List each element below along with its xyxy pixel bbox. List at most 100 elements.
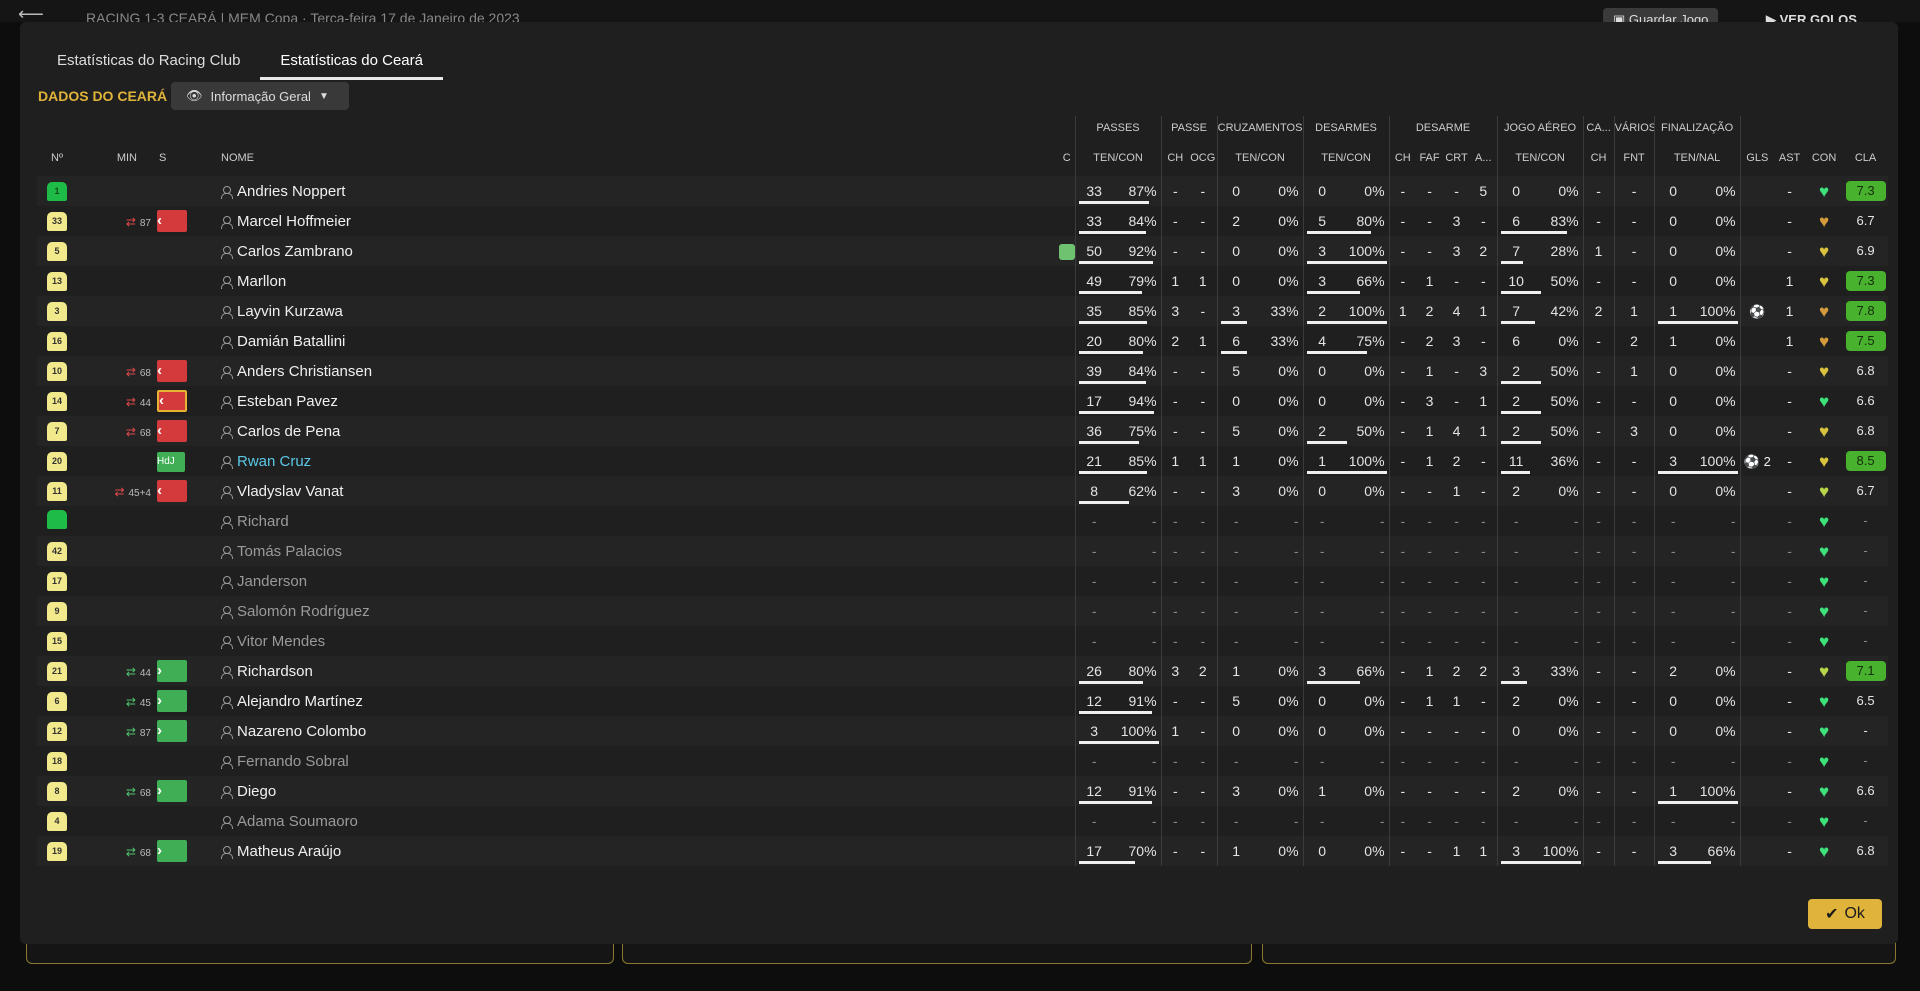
player-name[interactable]: Janderson [237, 573, 307, 590]
table-row[interactable]: 9 Salomón Rodríguez - - - - - - - - - - - - - - - - - - - ♥ - [37, 596, 1889, 626]
col-shots[interactable]: TEN/NAL [1653, 140, 1741, 176]
player-name-cell[interactable]: Adama Soumaoro [217, 806, 1059, 836]
player-name-cell[interactable]: Vitor Mendes [217, 626, 1059, 656]
player-name-cell[interactable]: Tomás Palacios [217, 536, 1059, 566]
table-row[interactable]: 17 Janderson - - - - - - - - - - - - - - - - - - - ♥ - [37, 566, 1889, 596]
player-name[interactable]: Damián Batallini [237, 333, 345, 350]
col-min[interactable]: MIN [77, 140, 157, 176]
col-des-a[interactable]: A... [1470, 140, 1497, 176]
player-name-cell[interactable]: Diego [217, 776, 1059, 806]
player-name[interactable]: Marllon [237, 273, 286, 290]
table-row[interactable]: 5 Carlos Zambrano 50 92% - -0 0% 3 100% - -3 2 7 28%… [37, 236, 1889, 266]
aerial-bar [1500, 381, 1541, 384]
player-name-cell[interactable]: Richard [217, 506, 1059, 536]
col-passes[interactable]: TEN/CON [1074, 140, 1162, 176]
col-des-ch[interactable]: CH [1388, 140, 1417, 176]
player-name-cell[interactable]: Anders Christiansen [217, 356, 1059, 386]
table-row[interactable]: 14 ⇄ 44 ‹ Esteban Pavez 17 94% - -0 0% 0 0% -3-1 2 50… [37, 386, 1889, 416]
tab-racing-stats[interactable]: Estatísticas do Racing Club [37, 48, 260, 80]
player-name-cell[interactable]: Nazareno Colombo [217, 716, 1059, 746]
table-row[interactable]: 3 Layvin Kurzawa 35 85% 3-3 33% 2 100% 1 2 4 1 7 42%… [37, 296, 1889, 326]
table-row[interactable]: 16 Damián Batallini 20 80% 2 1 6 33% 4 75% -2 3-6 0… [37, 326, 1889, 356]
player-name[interactable]: Adama Soumaoro [237, 813, 358, 830]
player-name[interactable]: Carlos Zambrano [237, 243, 353, 260]
col-var-fnt[interactable]: FNT [1613, 140, 1655, 176]
player-name[interactable]: Layvin Kurzawa [237, 303, 343, 320]
col-ca-ch[interactable]: CH [1582, 140, 1615, 176]
player-name[interactable]: Nazareno Colombo [237, 723, 366, 740]
player-name-cell[interactable]: Alejandro Martínez [217, 686, 1059, 716]
player-name[interactable]: Vladyslav Vanat [237, 483, 343, 500]
col-cross[interactable]: TEN/CON [1216, 140, 1304, 176]
status-cell [157, 596, 217, 626]
col-num[interactable]: Nº [37, 140, 77, 176]
col-c[interactable]: C [1059, 140, 1075, 176]
col-passe-ch[interactable]: CH [1160, 140, 1190, 176]
player-name[interactable]: Vitor Mendes [237, 633, 325, 650]
table-row[interactable]: 12 ⇄ 87 › Nazareno Colombo 3 100% 1-0 0% 0 0% - - - -… [37, 716, 1889, 746]
table-row[interactable]: 42 Tomás Palacios - - - - - - - - - - - - - - - - - - - ♥ - [37, 536, 1889, 566]
player-name[interactable]: Salomón Rodríguez [237, 603, 370, 620]
col-cla[interactable]: CLA [1843, 140, 1888, 176]
table-row[interactable]: 20 HdJ Rwan Cruz 21 85% 1 1 1 0% 1 100% -1 2-11 36% -… [37, 446, 1889, 476]
view-dropdown[interactable]: 👁 Informação Geral ▼ [171, 82, 349, 110]
player-name[interactable]: Esteban Pavez [237, 393, 338, 410]
save-game-button[interactable]: ▣ Guardar Jogo [1603, 8, 1719, 22]
player-name[interactable]: Anders Christiansen [237, 363, 372, 380]
player-name[interactable]: Alejandro Martínez [237, 693, 363, 710]
table-row[interactable]: 18 Fernando Sobral - - - - - - - - - - - - - - - - - - - ♥ - [37, 746, 1889, 776]
col-name[interactable]: NOME [217, 140, 1059, 176]
col-des-crt[interactable]: CRT [1443, 140, 1470, 176]
player-name-cell[interactable]: Rwan Cruz [217, 446, 1059, 476]
player-name-cell[interactable]: Marcel Hoffmeier [217, 206, 1059, 236]
table-row[interactable]: 6 ⇄ 45 › Alejandro Martínez 12 91% - -5 0% 0 0% -1 1… [37, 686, 1889, 716]
player-name-cell[interactable]: Damián Batallini [217, 326, 1059, 356]
player-name[interactable]: Rwan Cruz [237, 453, 311, 470]
col-aerial[interactable]: TEN/CON [1496, 140, 1584, 176]
player-name[interactable]: Diego [237, 783, 276, 800]
table-row[interactable]: 4 Adama Soumaoro - - - - - - - - - - - - - - - - - - - ♥ - [37, 806, 1889, 836]
player-name-cell[interactable]: Janderson [217, 566, 1059, 596]
col-ast[interactable]: AST [1774, 140, 1805, 176]
table-row[interactable]: 8 ⇄ 68 › Diego 12 91% - -3 0% 1 0% - - - -2 0% - -1 100% - ♥… [37, 776, 1889, 806]
player-name-cell[interactable]: Salomón Rodríguez [217, 596, 1059, 626]
table-row[interactable]: 10 ⇄ 68 ‹ Anders Christiansen 39 84% - -5 0% 0 0% -… [37, 356, 1889, 386]
ok-button[interactable]: ✔ Ok [1808, 899, 1882, 929]
player-name[interactable]: Fernando Sobral [237, 753, 349, 770]
player-name[interactable]: Andries Noppert [237, 183, 345, 200]
table-row[interactable]: 13 Marllon 49 79% 1 1 0 0% 3 66% -1- -10 50% - -0 0% 1 ♥… [37, 266, 1889, 296]
player-name-cell[interactable]: Matheus Araújo [217, 836, 1059, 866]
view-goals-button[interactable]: ▶ VER GOLOS [1756, 8, 1867, 22]
table-row[interactable]: 33 ⇄ 87 ‹ Marcel Hoffmeier 33 84% - -2 0% 5 80% - -3… [37, 206, 1889, 236]
player-name-cell[interactable]: Fernando Sobral [217, 746, 1059, 776]
back-arrow-icon[interactable]: ⟵ [18, 4, 44, 22]
table-row[interactable]: 1 Andries Noppert 33 87% - -0 0% 0 0% - - -5 0 0% - -0… [37, 176, 1889, 206]
player-name-cell[interactable]: Vladyslav Vanat [217, 476, 1059, 506]
player-name[interactable]: Richard [237, 513, 289, 530]
player-name-cell[interactable]: Richardson [217, 656, 1059, 686]
col-con[interactable]: CON [1805, 140, 1843, 176]
col-des-faf[interactable]: FAF [1416, 140, 1443, 176]
player-name[interactable]: Marcel Hoffmeier [237, 213, 351, 230]
player-name-cell[interactable]: Carlos de Pena [217, 416, 1059, 446]
table-row[interactable]: 11 ⇄ 45+4 ‹ Vladyslav Vanat 8 62% - -3 0% 0 0% - -1-… [37, 476, 1889, 506]
player-name-cell[interactable]: Esteban Pavez [217, 386, 1059, 416]
player-name[interactable]: Matheus Araújo [237, 843, 341, 860]
player-name-cell[interactable]: Andries Noppert [217, 176, 1059, 206]
col-passe-ocg[interactable]: OCG [1189, 140, 1217, 176]
col-gls[interactable]: GLS [1739, 140, 1775, 176]
table-row[interactable]: 15 Vitor Mendes - - - - - - - - - - - - - - - - - - - ♥ - [37, 626, 1889, 656]
table-row[interactable]: Richard - - - - - - - - - - - - - - - - - - - ♥ - [37, 506, 1889, 536]
player-name-cell[interactable]: Layvin Kurzawa [217, 296, 1059, 326]
col-s[interactable]: S [157, 140, 217, 176]
player-name-cell[interactable]: Carlos Zambrano [217, 236, 1059, 266]
table-row[interactable]: 7 ⇄ 68 ‹ Carlos de Pena 36 75% - -5 0% 2 50% -1 4 1 2 5… [37, 416, 1889, 446]
table-row[interactable]: 21 ⇄ 44 › Richardson 26 80% 3 2 1 0% 3 66% -1 2 2 3 33% -… [37, 656, 1889, 686]
player-name[interactable]: Richardson [237, 663, 313, 680]
player-name[interactable]: Carlos de Pena [237, 423, 340, 440]
table-row[interactable]: 19 ⇄ 68 › Matheus Araújo 17 70% - -1 0% 0 0% - -1 1 3 1… [37, 836, 1889, 866]
player-name[interactable]: Tomás Palacios [237, 543, 342, 560]
player-name-cell[interactable]: Marllon [217, 266, 1059, 296]
col-tackles[interactable]: TEN/CON [1302, 140, 1390, 176]
tab-ceara-stats[interactable]: Estatísticas do Ceará [260, 48, 443, 80]
